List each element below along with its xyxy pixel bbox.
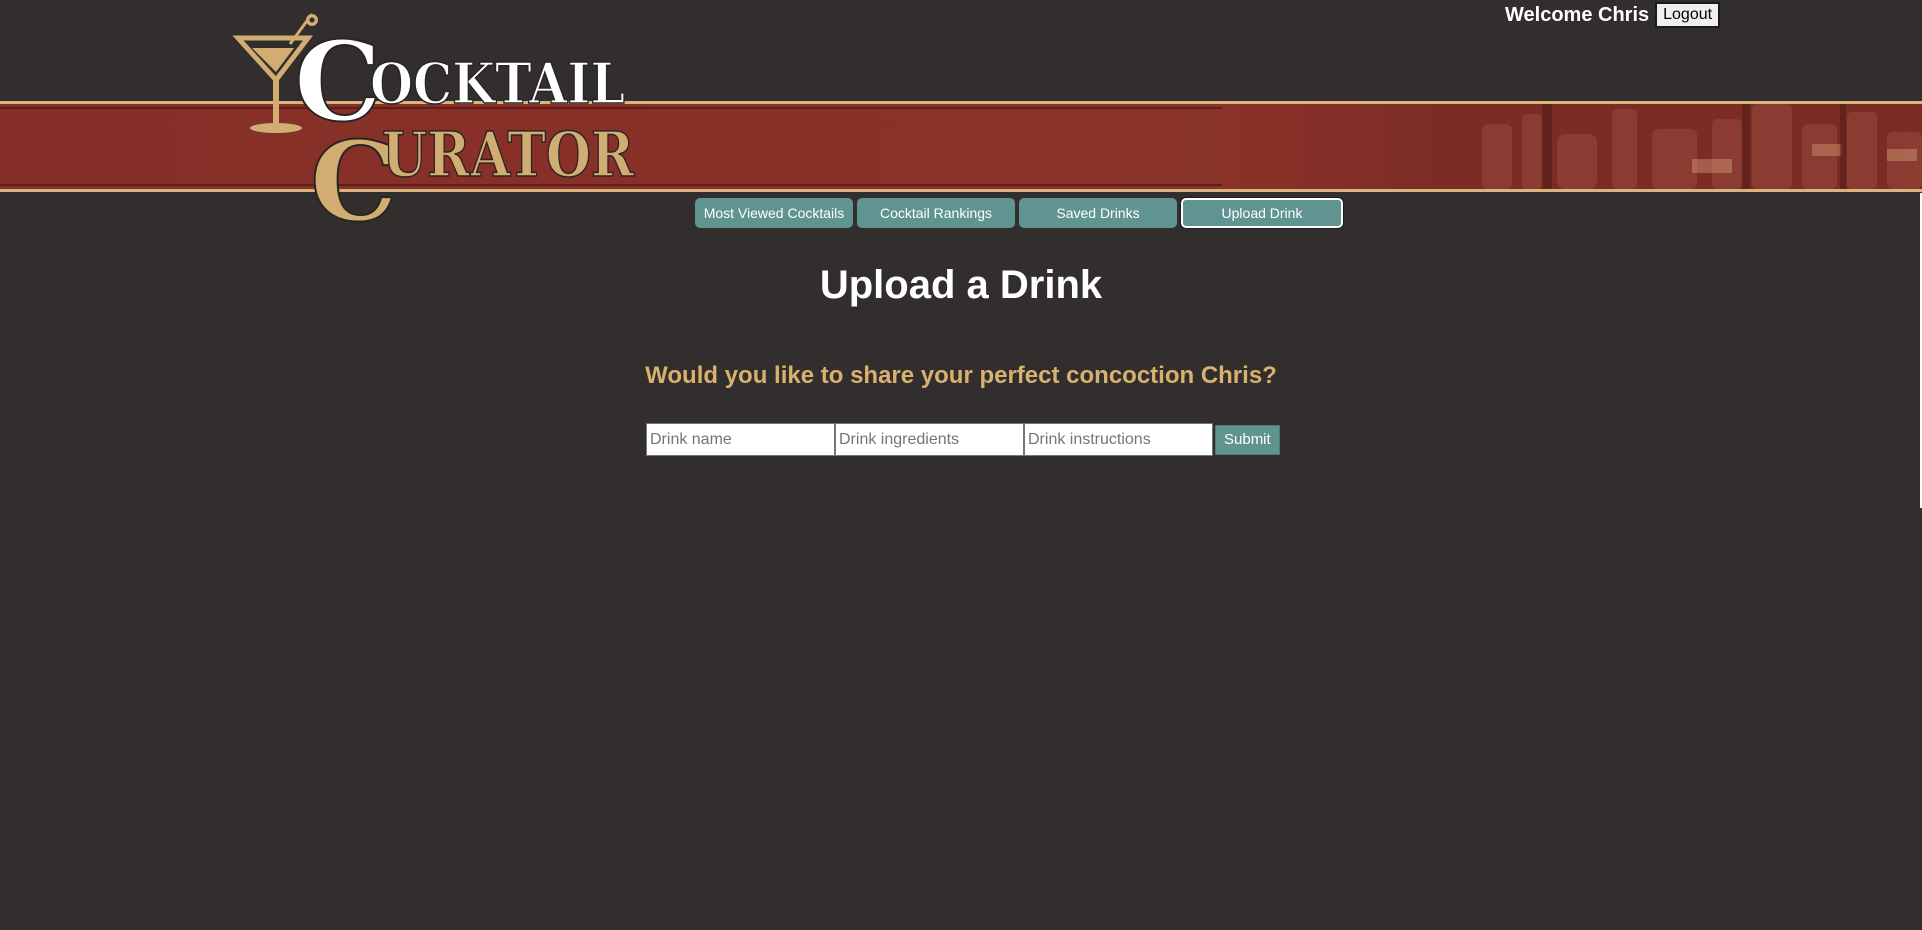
bottles-background-image <box>1222 104 1922 189</box>
drink-ingredients-input[interactable] <box>835 423 1024 456</box>
drink-instructions-input[interactable] <box>1024 423 1213 456</box>
logout-button[interactable]: Logout <box>1655 2 1721 28</box>
upload-prompt: Would you like to share your perfect con… <box>645 362 1277 389</box>
submit-button[interactable]: Submit <box>1215 424 1280 455</box>
page-title: Upload a Drink <box>819 263 1103 307</box>
upload-drink-form: Submit <box>646 423 1280 456</box>
user-bar: Welcome Chris Logout <box>1505 2 1721 28</box>
welcome-text: Welcome Chris <box>1505 3 1650 26</box>
drink-name-input[interactable] <box>646 423 835 456</box>
main-nav: Most Viewed Cocktails Cocktail Rankings … <box>695 198 1343 228</box>
logo-word-urator: URATOR <box>382 118 634 191</box>
nav-upload-drink[interactable]: Upload Drink <box>1181 198 1343 228</box>
nav-saved-drinks[interactable]: Saved Drinks <box>1019 198 1177 228</box>
cocktail-curator-logo[interactable]: C C OCKTAIL URATOR <box>232 8 640 230</box>
logo-word-ocktail: OCKTAIL <box>370 51 625 117</box>
nav-cocktail-rankings[interactable]: Cocktail Rankings <box>857 198 1015 228</box>
page: Welcome Chris Logout C C OCKTAIL URATOR … <box>0 0 1922 930</box>
nav-most-viewed-cocktails[interactable]: Most Viewed Cocktails <box>695 198 853 228</box>
